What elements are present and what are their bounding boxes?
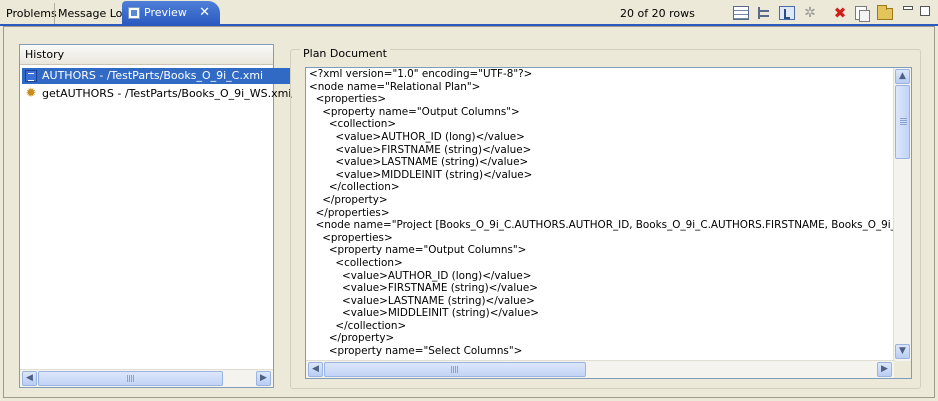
plan-line: <value>FIRSTNAME (string)</value>	[309, 143, 532, 156]
plan-line: </collection>	[309, 181, 400, 194]
plan-line: <?xml version="1.0" encoding="UTF-8"?>	[309, 68, 533, 80]
plan-line: <value>MIDDLEINIT (string)</value>	[309, 307, 539, 320]
history-horizontal-scrollbar[interactable]: ◀ ▶	[20, 369, 273, 387]
folder-open-icon[interactable]	[877, 5, 893, 20]
plan-line: <value>FIRSTNAME (string)</value>	[309, 282, 538, 295]
scroll-up-button[interactable]: ▲	[895, 69, 910, 84]
plan-line: <collection>	[309, 118, 397, 131]
plan-line: <value>LASTNAME (string)</value>	[309, 294, 535, 307]
plan-line: <value>MIDDLEINIT (string)</value>	[309, 168, 533, 181]
row-count-label: 20 of 20 rows	[620, 7, 695, 20]
cog-icon: ✹	[25, 86, 37, 101]
history-item[interactable]: AUTHORS - /TestParts/Books_O_9i_C.xmi	[22, 68, 290, 84]
plan-line: <properties>	[309, 93, 387, 106]
plan-document-text[interactable]: <?xml version="1.0" encoding="UTF-8"?> <n…	[309, 68, 893, 361]
preview-icon	[128, 7, 140, 19]
document-icon	[25, 70, 37, 82]
tab-preview-label: Preview	[144, 6, 187, 19]
plan-line: </properties>	[309, 206, 390, 219]
close-icon[interactable]: ✕	[199, 1, 210, 25]
tab-problems[interactable]: Problems	[2, 3, 57, 25]
tab-preview[interactable]: Preview ✕	[122, 1, 220, 25]
preview-content: History AUTHORS - /TestParts/Books_O_9i_…	[3, 26, 935, 398]
scroll-thumb[interactable]	[895, 85, 910, 159]
plan-line: <property name="Output Columns">	[309, 105, 520, 118]
history-item-label: getAUTHORS - /TestParts/Books_O_9i_WS.xm…	[42, 87, 292, 100]
plan-line: </property>	[309, 332, 395, 345]
scroll-right-button[interactable]: ▶	[877, 362, 892, 377]
plan-line: <property name="Output Columns">	[309, 244, 527, 257]
copy-icon[interactable]	[855, 6, 870, 22]
scroll-thumb[interactable]	[324, 362, 586, 377]
scroll-left-button[interactable]: ◀	[308, 362, 323, 377]
plan-line: <value>AUTHOR_ID (long)</value>	[309, 269, 532, 282]
plan-line: <collection>	[309, 256, 403, 269]
plan-document-legend: Plan Document	[300, 47, 390, 60]
view-tab-bar: Problems Message Log Preview ✕ 20 of 20 …	[0, 0, 938, 26]
history-header: History	[20, 45, 273, 65]
history-item-label: AUTHORS - /TestParts/Books_O_9i_C.xmi	[42, 69, 264, 82]
scroll-down-button[interactable]: ▼	[895, 344, 910, 359]
delete-icon[interactable]: ✖	[832, 6, 848, 21]
scrollbar-corner	[894, 361, 911, 378]
history-list[interactable]: History AUTHORS - /TestParts/Books_O_9i_…	[19, 44, 292, 388]
plan-line: </property>	[309, 193, 388, 206]
plan-line: <node name="Relational Plan">	[309, 80, 481, 93]
minimize-icon[interactable]	[903, 6, 913, 10]
scroll-right-button[interactable]: ▶	[256, 371, 271, 386]
plan-line: <properties>	[309, 231, 393, 244]
gear-icon[interactable]: ✲	[802, 6, 818, 20]
plan-document-text-area[interactable]: <?xml version="1.0" encoding="UTF-8"?> <n…	[305, 67, 912, 379]
history-item[interactable]: ✹ getAUTHORS - /TestParts/Books_O_9i_WS.…	[22, 86, 292, 102]
plan-view-icon[interactable]	[779, 6, 795, 20]
plan-line: <node name="Project [Books_O_9i_C.AUTHOR…	[309, 219, 893, 232]
plan-line: <property name="Select Columns">	[309, 345, 523, 358]
table-view-icon[interactable]	[733, 6, 749, 20]
plan-line: </collection>	[309, 319, 407, 332]
scroll-thumb[interactable]	[38, 371, 223, 386]
tree-view-icon[interactable]	[756, 6, 772, 20]
plan-line: <value>AUTHOR_ID (long)</value>	[309, 130, 525, 143]
tab-message-log[interactable]: Message Log	[54, 3, 129, 25]
plan-vertical-scrollbar[interactable]: ▲ ▼	[893, 68, 911, 361]
plan-horizontal-scrollbar[interactable]: ◀ ▶	[306, 360, 895, 378]
scroll-left-button[interactable]: ◀	[22, 371, 37, 386]
plan-line: <value>LASTNAME (string)</value>	[309, 156, 529, 169]
maximize-icon[interactable]	[920, 6, 930, 16]
